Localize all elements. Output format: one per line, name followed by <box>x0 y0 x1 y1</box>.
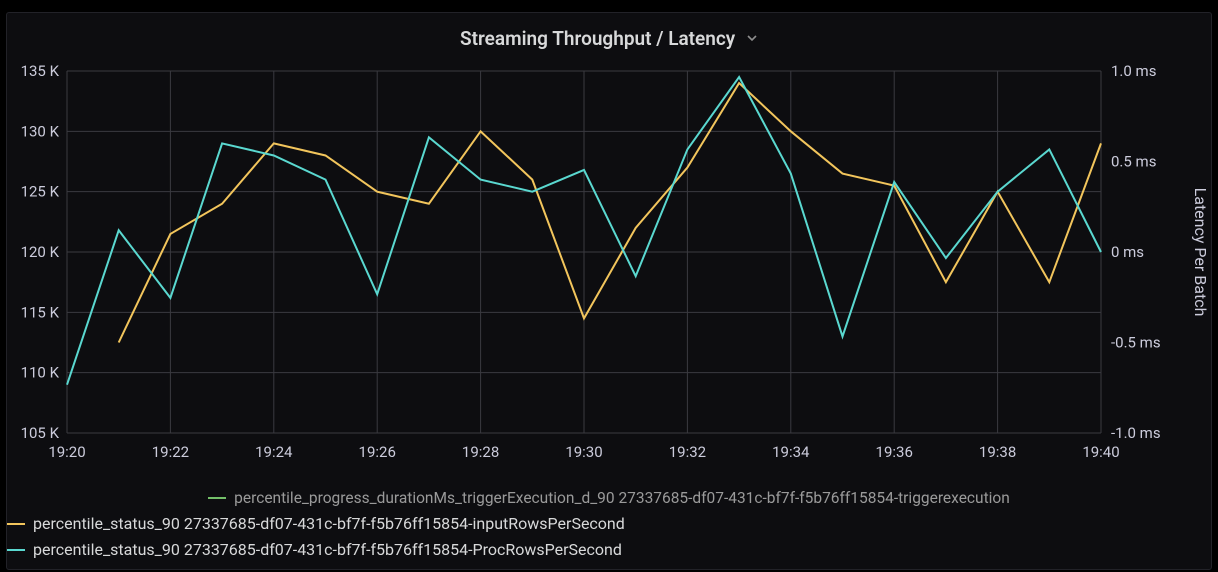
svg-text:0.5 ms: 0.5 ms <box>1111 153 1156 171</box>
svg-text:19:30: 19:30 <box>565 443 602 461</box>
panel-title: Streaming Throughput / Latency <box>460 27 735 50</box>
legend-item-proc-rows[interactable]: percentile_status_90 27337685-df07-431c-… <box>7 537 1211 563</box>
legend-item-trigger[interactable]: percentile_progress_durationMs_triggerEx… <box>7 485 1211 511</box>
legend-swatch <box>7 549 25 551</box>
svg-text:130 K: 130 K <box>21 122 60 140</box>
svg-text:19:24: 19:24 <box>255 443 293 461</box>
svg-text:135 K: 135 K <box>21 62 60 80</box>
svg-text:19:38: 19:38 <box>979 443 1016 461</box>
svg-text:-1.0 ms: -1.0 ms <box>1111 424 1161 442</box>
svg-text:-0.5 ms: -0.5 ms <box>1111 334 1161 352</box>
svg-text:115 K: 115 K <box>21 303 60 321</box>
chart-panel: Streaming Throughput / Latency 105 K 110 … <box>6 12 1212 570</box>
svg-text:19:32: 19:32 <box>669 443 706 461</box>
svg-text:Latency Per Batch: Latency Per Batch <box>1191 188 1210 317</box>
legend-item-input-rows[interactable]: percentile_status_90 27337685-df07-431c-… <box>7 511 1211 537</box>
svg-text:120 K: 120 K <box>21 243 60 261</box>
legend-label: percentile_status_90 27337685-df07-431c-… <box>33 511 625 537</box>
legend-swatch <box>7 523 25 525</box>
svg-text:125 K: 125 K <box>21 183 60 201</box>
svg-text:19:20: 19:20 <box>48 443 85 461</box>
svg-text:19:28: 19:28 <box>462 443 499 461</box>
svg-text:105 K: 105 K <box>21 424 60 442</box>
legend-swatch <box>208 497 226 499</box>
svg-text:19:36: 19:36 <box>876 443 913 461</box>
svg-text:19:34: 19:34 <box>772 443 810 461</box>
series-line[interactable] <box>119 83 1101 342</box>
svg-text:19:26: 19:26 <box>359 443 396 461</box>
legend-label: percentile_progress_durationMs_triggerEx… <box>234 485 1010 511</box>
svg-text:19:22: 19:22 <box>152 443 189 461</box>
legend: percentile_progress_durationMs_triggerEx… <box>7 485 1211 563</box>
chart-area: 105 K 110 K 115 K 120 K 125 K 130 K 135 K -1.0… <box>7 63 1213 463</box>
svg-text:19:40: 19:40 <box>1082 443 1119 461</box>
svg-text:0 ms: 0 ms <box>1111 243 1144 261</box>
legend-label: percentile_status_90 27337685-df07-431c-… <box>33 537 622 563</box>
svg-text:1.0 ms: 1.0 ms <box>1111 62 1156 80</box>
svg-text:110 K: 110 K <box>21 364 60 382</box>
chart-svg: 105 K 110 K 115 K 120 K 125 K 130 K 135 K -1.0… <box>7 63 1213 463</box>
chevron-down-icon <box>746 32 758 48</box>
panel-title-row[interactable]: Streaming Throughput / Latency <box>7 13 1211 50</box>
